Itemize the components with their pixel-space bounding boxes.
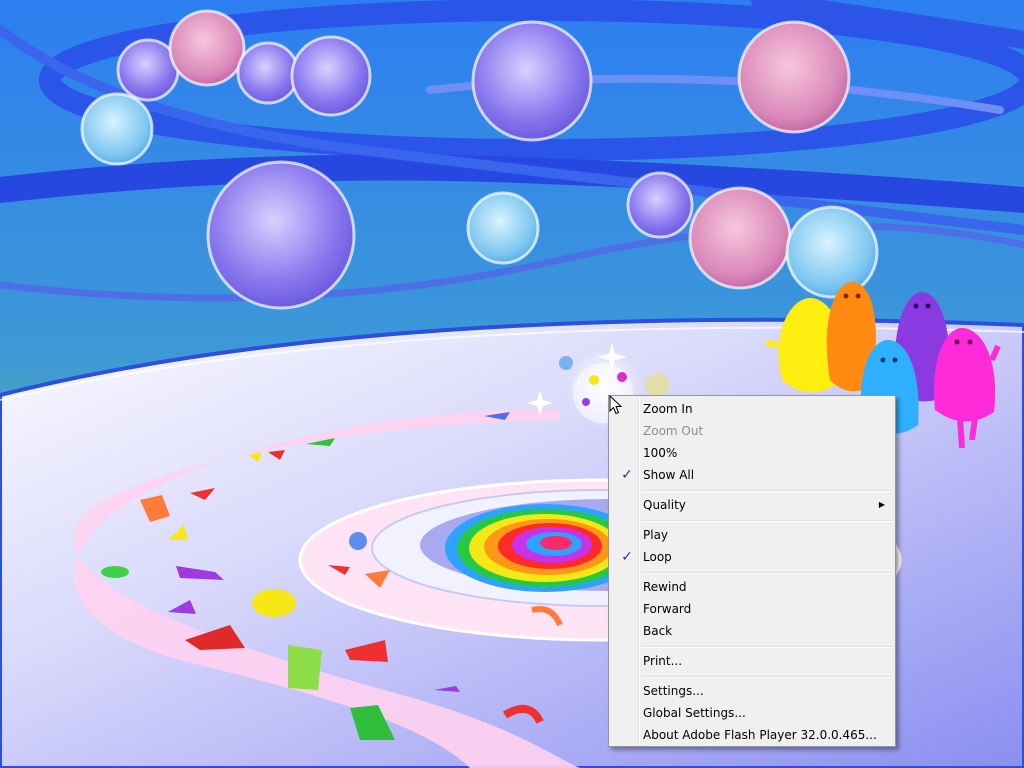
checkmark-icon: ✓ <box>621 467 633 483</box>
menu-item-quality[interactable]: Quality ▶ <box>611 494 893 516</box>
arrow-cursor-icon <box>609 395 623 415</box>
menu-item-zoom-in[interactable]: Zoom In <box>611 398 893 420</box>
menu-item-loop[interactable]: ✓ Loop <box>611 546 893 568</box>
menu-item-label: Zoom In <box>643 402 693 416</box>
menu-separator <box>641 676 892 678</box>
menu-item-rewind[interactable]: Rewind <box>611 576 893 598</box>
menu-item-label: About Adobe Flash Player 32.0.0.465... <box>643 728 877 742</box>
menu-item-label: Global Settings... <box>643 706 746 720</box>
menu-item-label: Play <box>643 528 669 542</box>
menu-item-label: Settings... <box>643 684 704 698</box>
checkmark-icon: ✓ <box>621 549 633 565</box>
menu-item-label: Quality <box>643 498 686 512</box>
menu-item-100-percent[interactable]: 100% <box>611 442 893 464</box>
menu-separator <box>641 490 892 492</box>
menu-item-global-settings[interactable]: Global Settings... <box>611 702 893 724</box>
menu-separator <box>641 572 892 574</box>
menu-item-show-all[interactable]: ✓ Show All <box>611 464 893 486</box>
menu-item-label: Loop <box>643 550 672 564</box>
menu-separator <box>641 520 892 522</box>
menu-item-label: Forward <box>643 602 692 616</box>
menu-item-label: Print... <box>643 654 683 668</box>
menu-item-label: Zoom Out <box>643 424 704 438</box>
menu-item-print[interactable]: Print... <box>611 650 893 672</box>
menu-item-back[interactable]: Back <box>611 620 893 642</box>
submenu-arrow-icon: ▶ <box>878 500 885 509</box>
menu-item-play[interactable]: Play <box>611 524 893 546</box>
menu-item-zoom-out[interactable]: Zoom Out <box>611 420 893 442</box>
menu-item-label: Rewind <box>643 580 687 594</box>
menu-item-forward[interactable]: Forward <box>611 598 893 620</box>
menu-separator <box>641 646 892 648</box>
menu-item-label: Back <box>643 624 673 638</box>
menu-item-label: 100% <box>643 446 678 460</box>
menu-item-settings[interactable]: Settings... <box>611 680 893 702</box>
flash-context-menu: Zoom In Zoom Out 100% ✓ Show All Quality ▶… <box>608 395 896 747</box>
menu-item-label: Show All <box>643 468 695 482</box>
menu-item-about-flash-player[interactable]: About Adobe Flash Player 32.0.0.465... <box>611 724 893 746</box>
